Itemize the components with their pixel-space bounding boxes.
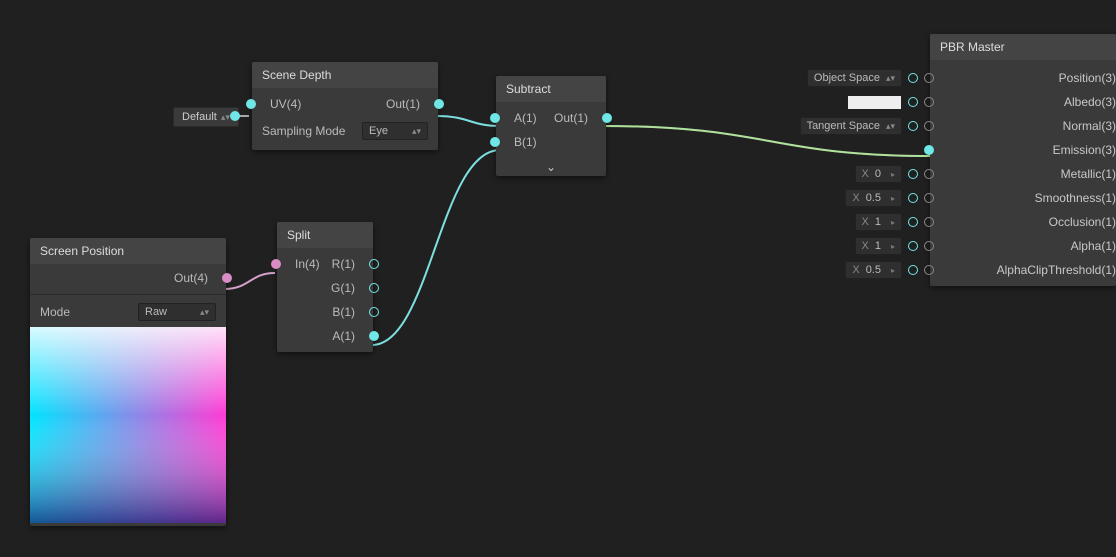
r-out-port[interactable]: [369, 259, 379, 269]
occlusion-value-field[interactable]: X 1 ▸: [855, 213, 902, 231]
node-split[interactable]: Split In(4) R(1) G(1) B(1) A(1): [277, 222, 373, 352]
sampling-mode-value: Eye: [369, 125, 388, 137]
node-scene-depth[interactable]: Scene Depth UV(4) Out(1) Sampling Mode E…: [252, 62, 438, 150]
out-label: Out(1): [386, 97, 438, 111]
normal-space-value: Tangent Space: [807, 120, 880, 132]
metallic-value-field[interactable]: X 0 ▸: [855, 165, 902, 183]
occlusion-value: 1: [875, 216, 881, 228]
alpha-value: 1: [875, 240, 881, 252]
mode-label: Mode: [30, 305, 80, 319]
emission-in-port[interactable]: [924, 145, 934, 155]
r-out-label: R(1): [332, 257, 373, 271]
position-ext-port[interactable]: [908, 73, 918, 83]
x-label: X: [852, 264, 859, 276]
caret-icon: ▸: [891, 242, 895, 251]
x-label: X: [862, 168, 869, 180]
out-port[interactable]: [434, 99, 444, 109]
out-port[interactable]: [222, 273, 232, 283]
caret-icon: ▸: [891, 170, 895, 179]
a-in-port[interactable]: [490, 113, 500, 123]
a-in-label: A(1): [496, 111, 537, 125]
emission-label: Emission(3): [1035, 143, 1116, 157]
position-space-dropdown[interactable]: Object Space ▴▾: [807, 69, 902, 87]
node-title: Scene Depth: [252, 62, 438, 88]
mode-value: Raw: [145, 306, 167, 318]
node-screen-position[interactable]: Screen Position Out(4) Mode Raw ▴▾: [30, 238, 226, 526]
uv-in-label: UV(4): [252, 97, 301, 111]
node-title: PBR Master: [930, 34, 1116, 60]
alphaclip-label: AlphaClipThreshold(1): [979, 263, 1116, 277]
a-out-port[interactable]: [369, 331, 379, 341]
alpha-ext-port[interactable]: [908, 241, 918, 251]
updown-icon: ▴▾: [200, 307, 209, 318]
metallic-ext-port[interactable]: [908, 169, 918, 179]
alpha-label: Alpha(1): [1053, 239, 1116, 253]
albedo-label: Albedo(3): [1046, 95, 1116, 109]
metallic-in-port[interactable]: [924, 169, 934, 179]
alpha-in-port[interactable]: [924, 241, 934, 251]
position-in-port[interactable]: [924, 73, 934, 83]
updown-icon: ▴▾: [886, 121, 895, 132]
node-subtract[interactable]: Subtract A(1) Out(1) B(1) ⌄: [496, 76, 606, 176]
albedo-ext-port[interactable]: [908, 97, 918, 107]
normal-space-dropdown[interactable]: Tangent Space ▴▾: [800, 117, 902, 135]
b-in-label: B(1): [496, 135, 537, 149]
normal-in-port[interactable]: [924, 121, 934, 131]
mode-dropdown[interactable]: Raw ▴▾: [138, 303, 216, 321]
uv-in-port[interactable]: [246, 99, 256, 109]
smoothness-label: Smoothness(1): [1017, 191, 1116, 205]
smoothness-ext-port[interactable]: [908, 193, 918, 203]
collapse-toggle[interactable]: ⌄: [496, 158, 606, 176]
albedo-in-port[interactable]: [924, 97, 934, 107]
updown-icon: ▴▾: [412, 126, 421, 137]
out-label: Out(1): [554, 111, 606, 125]
node-title: Split: [277, 222, 373, 248]
occlusion-ext-port[interactable]: [908, 217, 918, 227]
uv-default-label: Default: [182, 111, 217, 123]
updown-icon: ▴▾: [221, 112, 230, 123]
x-label: X: [862, 240, 869, 252]
alphaclip-ext-port[interactable]: [908, 265, 918, 275]
uv-default-out-port[interactable]: [230, 111, 240, 121]
alphaclip-in-port[interactable]: [924, 265, 934, 275]
g-out-label: G(1): [331, 281, 373, 295]
alphaclip-value-field[interactable]: X 0.5 ▸: [845, 261, 902, 279]
albedo-color-swatch[interactable]: [847, 95, 902, 110]
metallic-value: 0: [875, 168, 881, 180]
x-label: X: [862, 216, 869, 228]
b-in-port[interactable]: [490, 137, 500, 147]
smoothness-value: 0.5: [866, 192, 881, 204]
screen-position-preview: [30, 327, 226, 523]
alpha-value-field[interactable]: X 1 ▸: [855, 237, 902, 255]
alphaclip-value: 0.5: [866, 264, 881, 276]
b-out-port[interactable]: [369, 307, 379, 317]
caret-icon: ▸: [891, 194, 895, 203]
node-title: Subtract: [496, 76, 606, 102]
normal-ext-port[interactable]: [908, 121, 918, 131]
sampling-mode-label: Sampling Mode: [252, 124, 355, 138]
position-label: Position(3): [1041, 71, 1116, 85]
normal-label: Normal(3): [1045, 119, 1116, 133]
node-title: Screen Position: [30, 238, 226, 264]
g-out-port[interactable]: [369, 283, 379, 293]
in-label: In(4): [277, 257, 320, 271]
smoothness-value-field[interactable]: X 0.5 ▸: [845, 189, 902, 207]
occlusion-label: Occlusion(1): [1031, 215, 1116, 229]
b-out-label: B(1): [332, 305, 373, 319]
caret-icon: ▸: [891, 266, 895, 275]
sampling-mode-dropdown[interactable]: Eye ▴▾: [362, 122, 428, 140]
x-label: X: [852, 192, 859, 204]
caret-icon: ▸: [891, 218, 895, 227]
out-label: Out(4): [174, 271, 226, 285]
in-port[interactable]: [271, 259, 281, 269]
position-space-value: Object Space: [814, 72, 880, 84]
metallic-label: Metallic(1): [1043, 167, 1116, 181]
a-out-label: A(1): [332, 329, 373, 343]
uv-default-dropdown[interactable]: Default ▴▾: [173, 107, 239, 127]
updown-icon: ▴▾: [886, 73, 895, 84]
occlusion-in-port[interactable]: [924, 217, 934, 227]
out-port[interactable]: [602, 113, 612, 123]
node-pbr-master[interactable]: PBR Master Object Space ▴▾ Position(3) A…: [930, 34, 1116, 286]
smoothness-in-port[interactable]: [924, 193, 934, 203]
